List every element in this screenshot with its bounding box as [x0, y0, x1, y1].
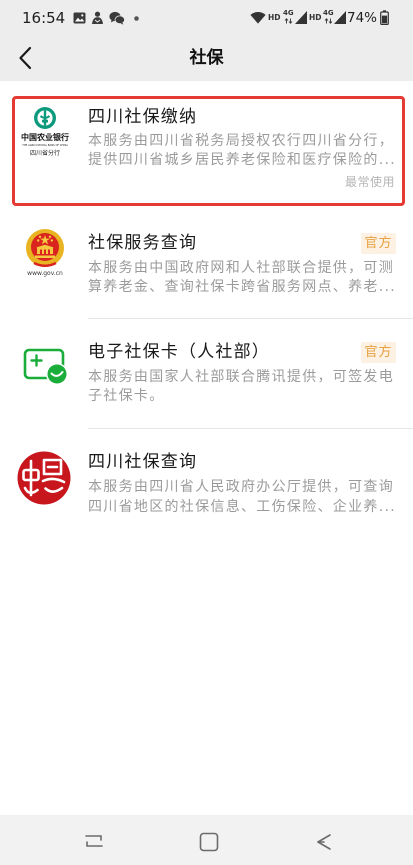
- abc-bank-logo: 中国农业银行 THE AGRICULTURAL BANK OF CHINA 四川…: [18, 104, 72, 162]
- service-title: 社保服务查询: [88, 233, 198, 253]
- home-icon[interactable]: [199, 832, 219, 852]
- service-description-line: 子社保卡。: [88, 387, 165, 404]
- sim2-network-label: 4G: [323, 9, 334, 17]
- service-description-line: 本服务由国家人社部联合腾讯提供，可签发电: [88, 368, 394, 385]
- status-bar: 16:54 HD 4G HD 4G 74%: [0, 0, 413, 36]
- dot-icon: [134, 16, 139, 21]
- sim1-hd-label: HD: [268, 13, 281, 22]
- divider: [88, 428, 413, 429]
- recent-apps-icon[interactable]: [83, 832, 105, 850]
- sichuan-seal-logo: [17, 451, 71, 505]
- national-emblem-icon: [26, 229, 64, 267]
- sim2-hd-label: HD: [309, 13, 322, 22]
- service-item-social-security-service-query[interactable]: www.gov.cn 社保服务查询 官方 本服务由中国政府网和人社部联合提供，可…: [0, 214, 413, 318]
- service-title: 电子社保卡（人社部）: [88, 342, 270, 362]
- service-description-line: 本服务由四川省税务局授权农行四川省分行，: [88, 132, 394, 149]
- status-time: 16:54: [22, 9, 66, 27]
- battery-icon: [380, 10, 389, 25]
- wifi-icon: [250, 12, 266, 24]
- service-item-sichuan-social-security-query[interactable]: 四川社保查询 本服务由四川省人民政府办公厅提供，可查询 四川省地区的社保信息、工…: [0, 428, 413, 540]
- system-nav-bar: [0, 815, 413, 865]
- most-used-tag: 最常使用: [344, 175, 395, 189]
- back-icon[interactable]: [313, 832, 335, 852]
- data-activity-icon: [324, 18, 333, 24]
- official-badge: 官方: [361, 232, 396, 254]
- service-title: 四川社保查询: [88, 452, 198, 472]
- app-notification-icon: [92, 11, 103, 24]
- service-description-line: 四川省地区的社保信息、工伤保险、企业养...: [88, 498, 396, 515]
- service-item-sichuan-social-security-payment[interactable]: 中国农业银行 THE AGRICULTURAL BANK OF CHINA 四川…: [0, 96, 413, 206]
- gallery-icon: [73, 12, 86, 24]
- logo-name-en: THE AGRICULTURAL BANK OF CHINA: [22, 144, 68, 147]
- national-emblem-logo: www.gov.cn: [20, 228, 70, 278]
- sim1-network-label: 4G: [283, 9, 294, 17]
- page-title: 社保: [189, 48, 224, 68]
- service-item-electronic-social-security-card[interactable]: 电子社保卡（人社部） 官方 本服务由国家人社部联合腾讯提供，可签发电 子社保卡。: [0, 318, 413, 428]
- service-description-line: 算养老金、查询社保卡跨省服务网点、养老...: [88, 278, 396, 295]
- service-title: 四川社保缴纳: [88, 107, 198, 127]
- abc-bank-mark-icon: [34, 107, 56, 129]
- service-description-line: 本服务由中国政府网和人社部联合提供，可测: [88, 259, 394, 276]
- service-description-line: 提供四川省城乡居民养老保险和医疗保险的...: [88, 151, 396, 168]
- header: 社保: [0, 36, 413, 81]
- data-activity-icon: [284, 18, 293, 24]
- logo-name-cn: 中国农业银行: [21, 133, 69, 142]
- signal-icon: [334, 11, 346, 24]
- wechat-icon: [109, 11, 125, 25]
- battery-percent: 74%: [347, 10, 378, 26]
- official-badge: 官方: [361, 341, 396, 363]
- signal-icon: [295, 11, 307, 24]
- divider: [88, 318, 413, 319]
- service-description-line: 本服务由四川省人民政府办公厅提供，可查询: [88, 478, 394, 495]
- social-security-card-logo: [23, 348, 68, 385]
- logo-branch: 四川省分行: [29, 150, 60, 157]
- logo-caption: www.gov.cn: [27, 270, 63, 277]
